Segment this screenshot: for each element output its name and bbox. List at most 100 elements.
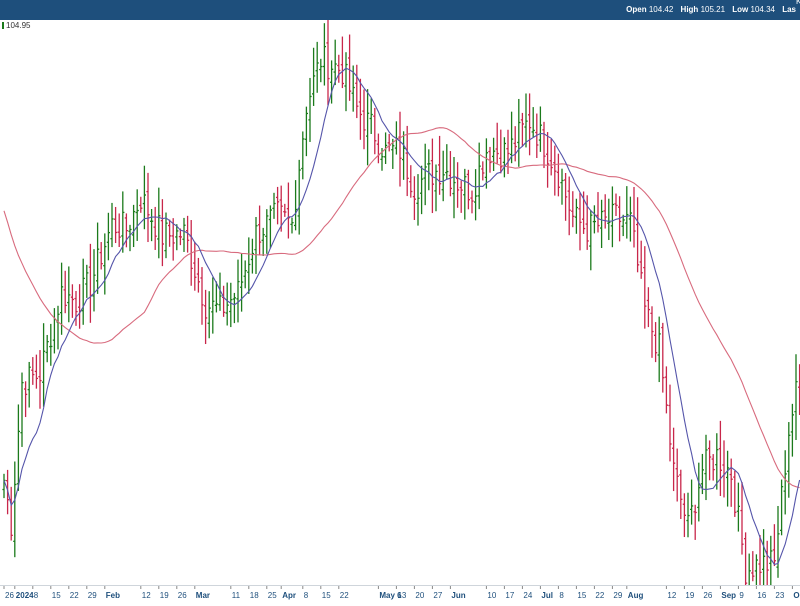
ohlc-bar [168,219,172,247]
ohlc-bar [589,210,593,271]
ohlc-bar [654,322,658,363]
x-tick-label: 9 [739,591,744,600]
ohlc-bar [578,192,582,251]
x-tick-label: 26 [5,591,14,600]
ohlc-bar [733,470,737,517]
ohlc-bar [754,554,758,585]
ohlc-bar [484,138,488,189]
ohlc-bar [416,174,420,226]
ohlc-bar [636,197,640,273]
x-tick-label: Mar [196,591,210,600]
ohlc-bar [434,164,438,212]
ohlc-bar [387,133,391,152]
ohlc-bar [780,479,784,536]
ohlc-bar [322,23,326,86]
ohlc-bar [762,529,766,585]
ohlc-bar [420,165,424,215]
ohlc-readout: Open 104.42 High 105.21 Low 104.34 Las [626,5,796,14]
ohlc-bar [276,186,280,225]
ohlc-bar [556,153,560,197]
x-tick-label: 20 [415,591,424,600]
ohlc-bar [297,159,301,235]
x-tick-label: 15 [577,591,586,600]
ohlc-bar [776,505,780,578]
ohlc-bar [373,107,377,155]
ohlc-bar [196,257,200,293]
ohlc-bar [157,187,161,259]
x-tick-label: 29 [88,591,97,600]
ohlc-bar [445,144,449,180]
ohlc-bar [628,196,632,242]
ohlc-bar [45,334,49,363]
x-tick-label: 13 [397,591,406,600]
ohlc-bar [70,284,74,318]
ohlc-bar [625,186,629,239]
ohlc-bar [225,282,229,326]
x-tick-label: Aug [628,591,644,600]
ohlc-bar [200,267,204,325]
x-tick-label: 11 [232,591,241,600]
x-tick-label: 8 [559,591,564,600]
ohlc-bar [38,350,42,409]
ohlc-bar [340,36,344,89]
x-tick-label: Feb [106,591,120,600]
x-tick-label: 27 [433,591,442,600]
ohlc-bar [376,133,380,164]
ohlc-bar [592,205,596,234]
ohlc-bar [646,287,650,328]
ohlc-bar [232,292,236,324]
ohlc-bar [693,504,697,540]
ohlc-bar [711,454,715,481]
ohlc-bar [182,217,186,252]
ohlc-bar [736,482,740,532]
ohlc-bar [751,551,755,582]
ohlc-bar [326,20,330,106]
ohlc-bar [135,189,139,241]
x-tick-label: 12 [667,591,676,600]
x-tick-label: 25 [268,591,277,600]
ohlc-bar [657,316,661,383]
x-tick-label: Oct [793,591,800,600]
x-tick-label: 2024 [16,591,34,600]
ohlc-bar [639,240,643,279]
ohlc-bar [56,305,60,350]
ohlc-bar [607,198,611,241]
x-tick-label: 22 [340,591,349,600]
ohlc-bar [643,246,647,329]
ohlc-bar [650,306,654,358]
ohlc-bar [81,258,85,325]
corner-text: K [796,0,800,6]
ohlc-bar [661,322,665,393]
ohlc-bar [499,129,503,174]
ohlc-bar [474,169,478,221]
ohlc-bar [13,461,17,558]
ohlc-bar [553,145,557,196]
ohlc-bar [110,202,114,248]
ohlc-bar [304,106,308,157]
ohlc-bar [193,241,197,291]
ohlc-bar [549,139,553,176]
x-tick-label: 12 [142,591,151,600]
ohlc-bar [740,482,744,555]
ohlc-bar [78,284,82,329]
x-tick-label: Apr [282,591,296,600]
ohlc-bar [726,450,730,507]
ohlc-bar [423,143,427,206]
price-chart[interactable] [0,20,800,585]
ohlc-bar [315,41,319,93]
ohlc-bar [283,203,287,217]
ohlc-bar [560,168,564,205]
ohlc-bar [27,361,31,408]
ohlc-bar [337,54,341,83]
ohlc-bar [600,199,604,248]
ohlc-bar [153,206,157,250]
ohlc-bar [664,366,668,414]
ohlc-bar [362,89,366,150]
ohlc-bar [312,47,316,106]
ohlc-bar [369,98,373,134]
ohlc-bar [222,285,226,317]
ohlc-bar [614,193,618,217]
ohlc-bar [74,290,78,326]
ohlc-bar [247,237,251,294]
x-tick-label: 26 [703,591,712,600]
